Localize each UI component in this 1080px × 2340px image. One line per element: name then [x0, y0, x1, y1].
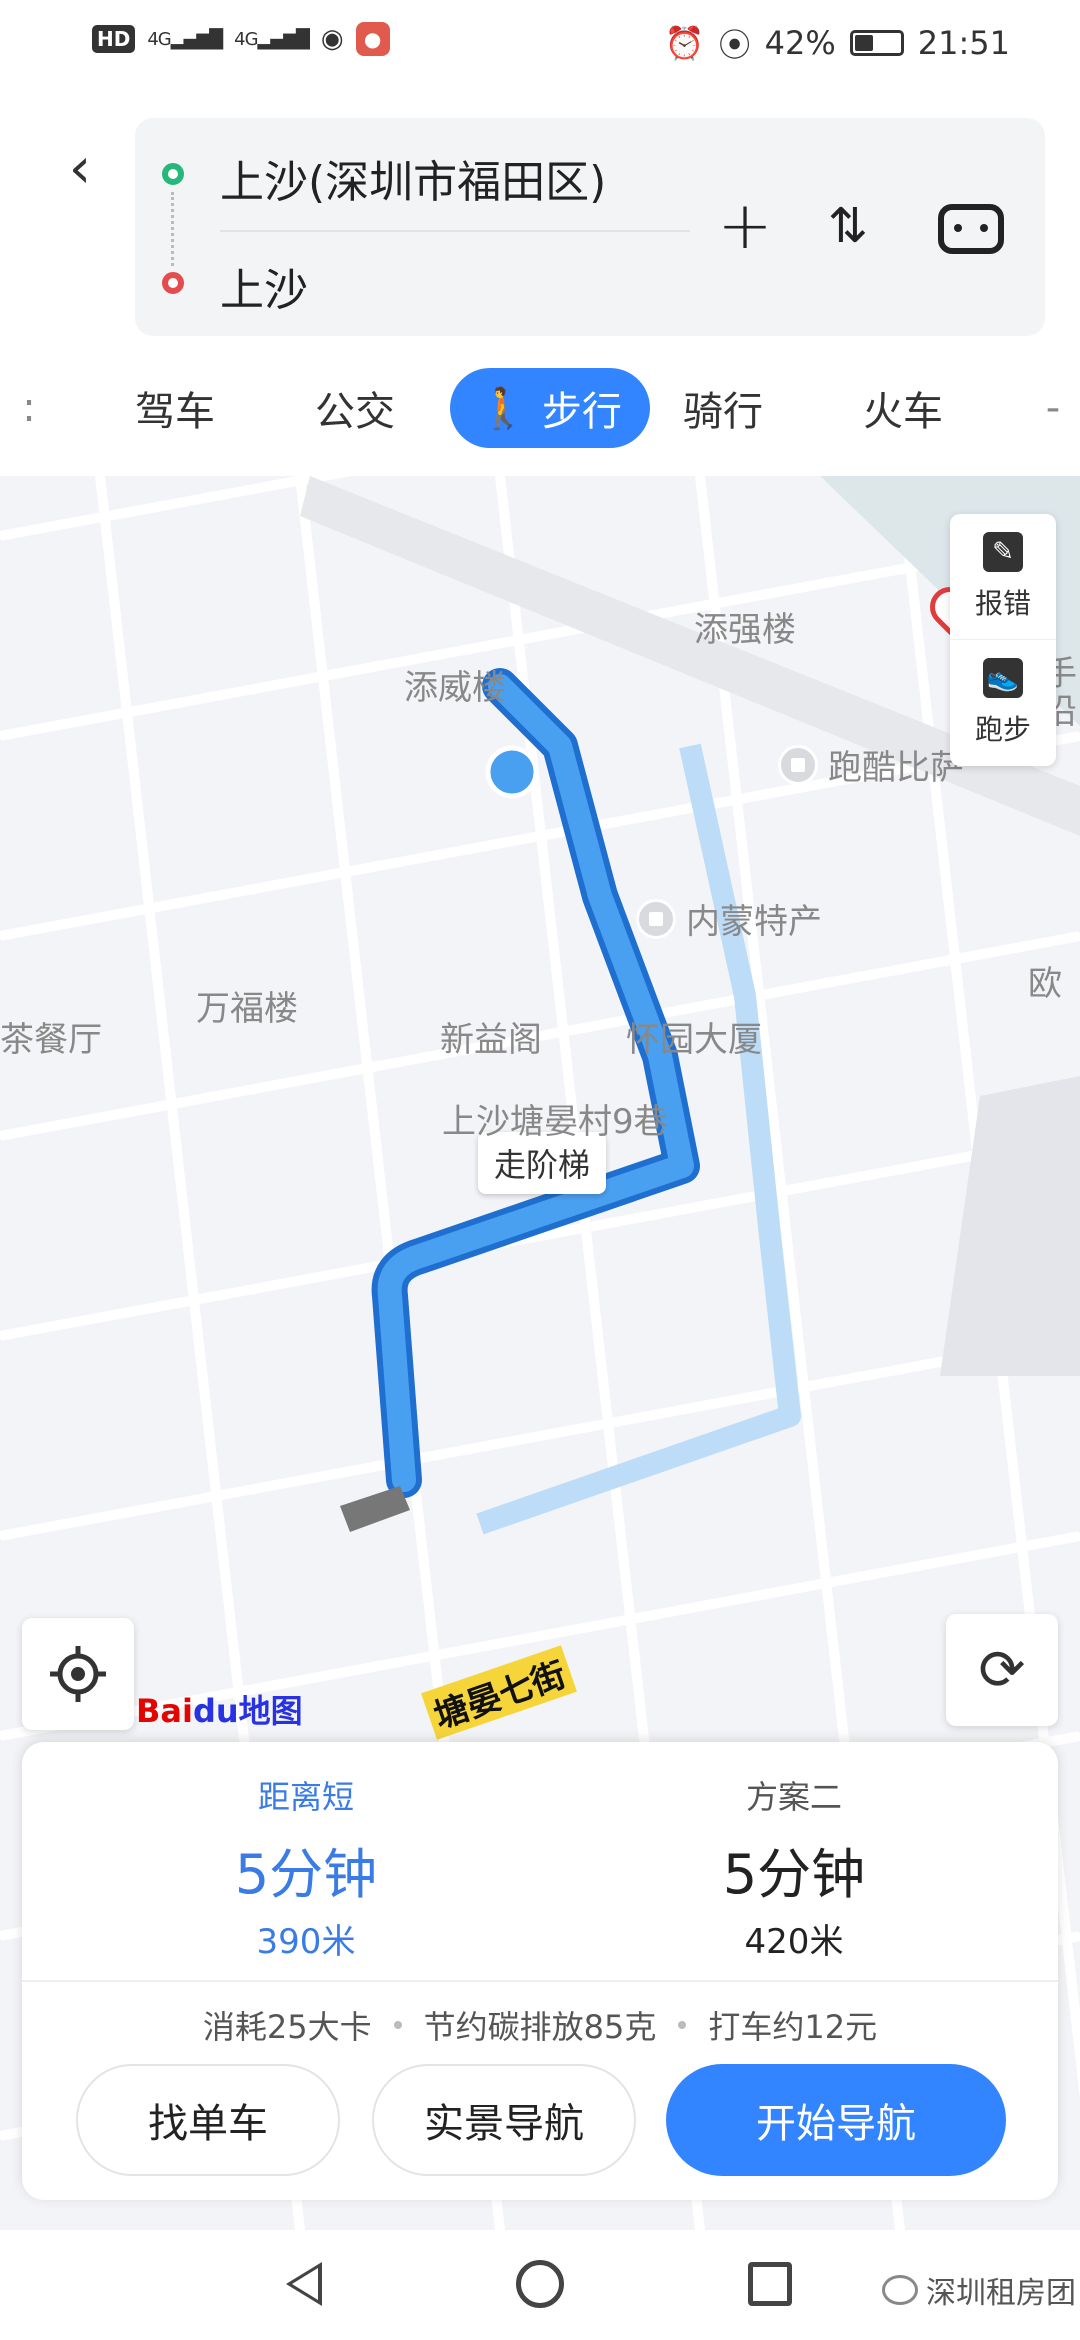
- tab-bike[interactable]: 骑行: [668, 368, 778, 448]
- poi-neimeng[interactable]: 内蒙特产: [636, 894, 822, 943]
- map-tools-panel: ✎ 报错 👟 跑步: [950, 514, 1056, 766]
- clock: 21:51: [917, 24, 1010, 62]
- poi-xinyi[interactable]: 新益阁: [440, 1012, 542, 1061]
- battery-percent: 42%: [764, 24, 836, 62]
- watermark-text: 深圳租房团: [926, 2276, 1076, 2311]
- tab-drive[interactable]: 驾车: [120, 368, 230, 448]
- car-settings-icon[interactable]: [938, 204, 1004, 254]
- edit-icon: ✎: [983, 531, 1023, 572]
- carbon-stat: 节约碳排放85克: [423, 2008, 657, 2046]
- locate-button[interactable]: [22, 1618, 134, 1730]
- separator-dot: [393, 2021, 402, 2029]
- poi-wanfu[interactable]: 万福楼: [196, 981, 298, 1030]
- tab-walk[interactable]: 🚶 步行: [450, 368, 650, 448]
- status-right: ⏰ ⦿ 42% 21:51: [665, 20, 1010, 66]
- mic-icon: ●: [355, 22, 390, 56]
- restaurant-icon: [778, 744, 818, 785]
- status-left: HD 4G▂▄▆█ 4G▂▄▆█ ◉ ●: [92, 22, 390, 56]
- walk-icon: 🚶: [478, 385, 528, 432]
- alarm-icon: ⏰: [664, 24, 705, 62]
- ar-navigation-button[interactable]: 实景导航: [372, 2064, 636, 2176]
- plan-option-2[interactable]: 方案二 5分钟 420米: [594, 1772, 994, 1963]
- battery-fill: [854, 35, 873, 51]
- nav-recent-icon[interactable]: [748, 2262, 792, 2306]
- wechat-icon: [882, 2275, 918, 2305]
- run-button[interactable]: 👟 跑步: [950, 640, 1056, 766]
- nav-back-icon[interactable]: [286, 2262, 322, 2306]
- run-label: 跑步: [974, 713, 1031, 746]
- locate-icon: [50, 1646, 106, 1702]
- system-nav-bar: 深圳租房团: [0, 2230, 1080, 2340]
- poi-cafe[interactable]: 茶餐厅: [0, 1012, 102, 1061]
- plan-label: 方案二: [745, 1778, 842, 1816]
- shop-icon: [636, 898, 676, 939]
- tab-walk-label: 步行: [541, 389, 622, 435]
- poi-pizza[interactable]: 跑酷比萨: [778, 740, 964, 789]
- taxi-stat: 打车约12元: [708, 2008, 878, 2046]
- report-error-label: 报错: [974, 586, 1031, 620]
- back-button[interactable]: ‹: [50, 136, 110, 201]
- watermark: 深圳租房团: [882, 2268, 1076, 2312]
- report-error-button[interactable]: ✎ 报错: [950, 514, 1056, 640]
- battery-icon: [849, 30, 904, 56]
- route-summary-panel: 距离短 5分钟 390米 方案二 5分钟 420米 消耗25大卡 节约碳排放85…: [22, 1742, 1058, 2200]
- destination-dot-icon: [162, 272, 184, 294]
- poi-ou[interactable]: 欧: [1028, 956, 1062, 1005]
- plan-distance: 390米: [256, 1922, 356, 1962]
- route-divider: [220, 230, 690, 232]
- route-connector: [171, 192, 174, 266]
- origin-field[interactable]: 上沙(深圳市福田区): [220, 146, 606, 210]
- add-waypoint-button[interactable]: +: [715, 193, 775, 259]
- tab-more-right[interactable]: -: [1038, 368, 1068, 448]
- hd-badge: HD: [92, 25, 136, 53]
- plan-distance: 420米: [744, 1922, 844, 1962]
- calories-stat: 消耗25大卡: [202, 2008, 372, 2046]
- location-icon: ⦿: [718, 26, 751, 64]
- nav-home-icon[interactable]: [516, 2260, 564, 2308]
- signal-icon-1: 4G▂▄▆█: [147, 28, 223, 50]
- poi-huaiyuan[interactable]: 怀园大厦: [626, 1012, 762, 1061]
- swap-route-button[interactable]: ⇅: [818, 196, 878, 256]
- refresh-route-button[interactable]: ⟳: [946, 1614, 1058, 1726]
- plan-time: 5分钟: [722, 1843, 866, 1906]
- origin-dot-icon: [162, 163, 184, 185]
- plan-time: 5分钟: [234, 1843, 378, 1906]
- status-bar: HD 4G▂▄▆█ 4G▂▄▆█ ◉ ● ⏰ ⦿ 42% 21:51: [0, 0, 1080, 86]
- tab-more-left[interactable]: :: [14, 368, 44, 448]
- poi-shangsha[interactable]: 上沙塘晏村9巷: [442, 1094, 668, 1143]
- poi-tianqiang[interactable]: 添强楼: [694, 602, 796, 651]
- trip-stats: 消耗25大卡 节约碳排放85克 打车约12元: [22, 2002, 1058, 2048]
- poi-tianwei[interactable]: 添威楼: [404, 660, 506, 709]
- shoe-icon: 👟: [983, 658, 1023, 698]
- plan-option-1[interactable]: 距离短 5分钟 390米: [106, 1772, 506, 1963]
- destination-field[interactable]: 上沙: [220, 254, 308, 318]
- tab-train[interactable]: 火车: [848, 368, 958, 448]
- separator-dot: [678, 2021, 687, 2029]
- start-navigation-button[interactable]: 开始导航: [666, 2064, 1006, 2176]
- refresh-icon: ⟳: [978, 1637, 1026, 1703]
- tab-transit[interactable]: 公交: [300, 368, 410, 448]
- baidu-map-logo: Baidu地图: [136, 1692, 303, 1730]
- travel-mode-tabs: : 驾车 公交 🚶 步行 骑行 火车 -: [0, 358, 1080, 458]
- eye-icon: ◉: [320, 24, 344, 54]
- plan-label: 距离短: [257, 1778, 354, 1816]
- panel-divider: [22, 1980, 1058, 1982]
- find-bike-button[interactable]: 找单车: [76, 2064, 340, 2176]
- signal-icon-2: 4G▂▄▆█: [234, 28, 310, 50]
